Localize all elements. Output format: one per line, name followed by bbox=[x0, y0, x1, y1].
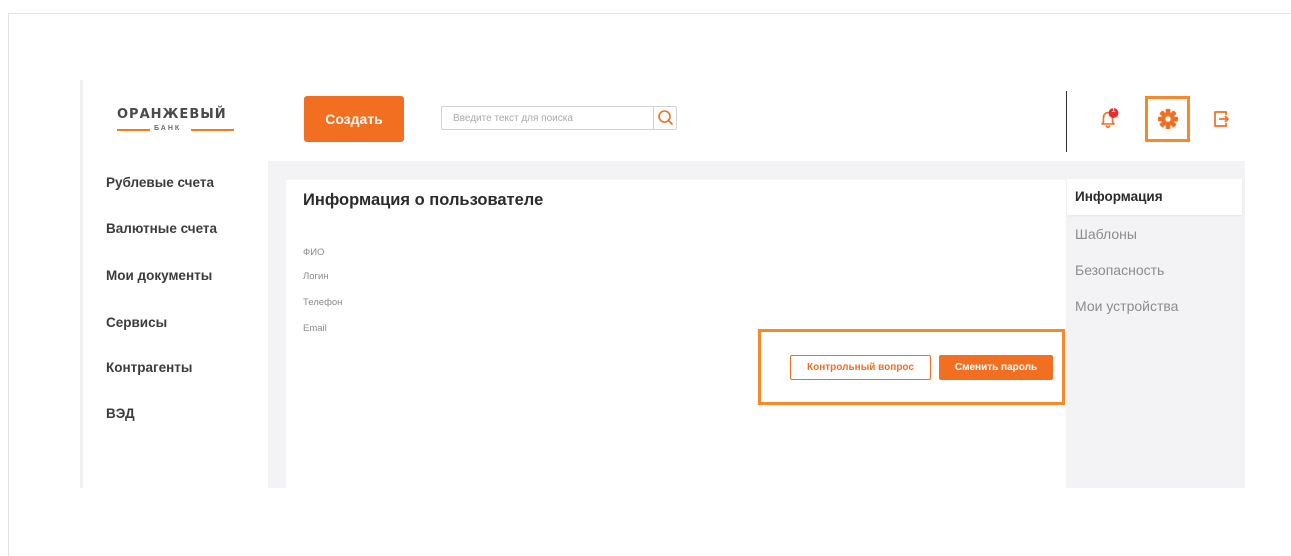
field-label-login: Логин bbox=[303, 271, 329, 282]
field-label-phone: Телефон bbox=[303, 297, 343, 308]
logo-subtitle: БАНК bbox=[117, 125, 234, 135]
notifications-button[interactable]: 1 bbox=[1097, 107, 1121, 131]
sidebar-item-services[interactable]: Сервисы bbox=[106, 315, 167, 330]
change-password-button[interactable]: Сменить пароль bbox=[939, 355, 1053, 380]
sidebar-item-ved[interactable]: ВЭД bbox=[106, 406, 135, 421]
tab-templates[interactable]: Шаблоны bbox=[1075, 226, 1137, 242]
logout-button[interactable] bbox=[1212, 109, 1230, 129]
gear-icon bbox=[1157, 108, 1179, 130]
search-icon bbox=[658, 110, 673, 125]
header-divider bbox=[1066, 91, 1067, 152]
notification-badge: 1 bbox=[1111, 107, 1116, 114]
field-label-email: Email bbox=[303, 323, 327, 334]
sidebar-border bbox=[80, 80, 83, 488]
logo-name: ОРАНЖЕВЫЙ bbox=[117, 107, 227, 122]
tab-security[interactable]: Безопасность bbox=[1075, 262, 1164, 278]
bell-icon bbox=[1101, 108, 1119, 129]
security-question-button[interactable]: Контрольный вопрос bbox=[790, 355, 931, 380]
sidebar-item-fx-accounts[interactable]: Валютные счета bbox=[106, 221, 217, 236]
settings-button[interactable] bbox=[1145, 96, 1190, 142]
sidebar-item-documents[interactable]: Мои документы bbox=[106, 268, 212, 283]
logo-sub-text: БАНК bbox=[154, 125, 182, 132]
page-title: Информация о пользователе bbox=[303, 191, 544, 209]
logout-icon bbox=[1214, 111, 1229, 127]
sidebar-item-rub-accounts[interactable]: Рублевые счета bbox=[106, 175, 214, 190]
create-button[interactable]: Создать bbox=[304, 96, 404, 142]
field-label-fio: ФИО bbox=[303, 247, 325, 258]
search-box bbox=[441, 106, 677, 130]
tab-information[interactable]: Информация bbox=[1075, 189, 1163, 204]
bank-logo[interactable]: ОРАНЖЕВЫЙ БАНК bbox=[117, 107, 237, 137]
search-input[interactable] bbox=[442, 107, 654, 129]
tab-devices[interactable]: Мои устройства bbox=[1075, 298, 1178, 314]
sidebar-item-counterparties[interactable]: Контрагенты bbox=[106, 360, 192, 375]
search-button[interactable] bbox=[653, 107, 676, 129]
